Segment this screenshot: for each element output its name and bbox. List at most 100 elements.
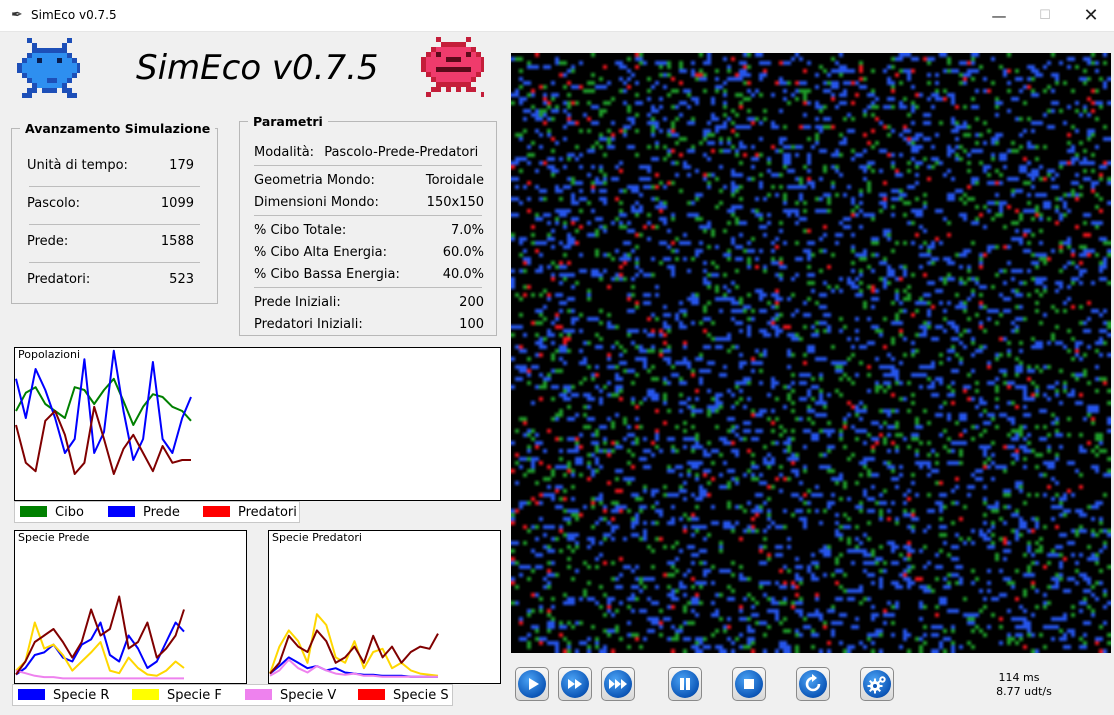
param-row: Geometria Mondo: Toroidale bbox=[254, 173, 484, 188]
fast-forward-button[interactable] bbox=[558, 667, 592, 701]
progress-label: Unità di tempo: bbox=[27, 158, 128, 173]
update-rate-label: 8.77 udt/s bbox=[996, 685, 1052, 698]
predator-species-chart: Specie Predatori bbox=[268, 530, 501, 684]
skip-forward-button[interactable] bbox=[601, 667, 635, 701]
species-legend: Specie R Specie F Specie V Specie S bbox=[12, 684, 453, 706]
param-label: Geometria Mondo: bbox=[254, 173, 375, 188]
legend-item-specie-r: Specie R bbox=[18, 688, 109, 703]
legend-label: Prede bbox=[143, 505, 180, 520]
mode-label: Modalità: bbox=[254, 145, 315, 160]
population-chart-title: Popolazioni bbox=[18, 348, 81, 361]
legend-item-prede: Prede bbox=[108, 505, 180, 520]
close-button[interactable]: ✕ bbox=[1068, 0, 1114, 31]
play-icon bbox=[529, 678, 539, 690]
param-value: Toroidale bbox=[425, 173, 484, 188]
mode-row: Modalità: Pascolo-Prede-Predatori bbox=[254, 145, 478, 160]
blue-alien-sprite-icon bbox=[17, 38, 80, 98]
pause-button[interactable] bbox=[668, 667, 702, 701]
legend-item-cibo: Cibo bbox=[20, 505, 84, 520]
progress-value: 523 bbox=[169, 272, 194, 287]
legend-label: Cibo bbox=[55, 505, 84, 520]
param-value: 200 bbox=[459, 295, 484, 310]
legend-label: Specie F bbox=[167, 688, 222, 703]
divider bbox=[254, 215, 482, 216]
param-label: Dimensioni Mondo: bbox=[254, 195, 379, 210]
param-row: % Cibo Alta Energia: 60.0% bbox=[254, 245, 484, 260]
param-value: 100 bbox=[459, 317, 484, 332]
simulation-world-canvas[interactable] bbox=[511, 53, 1111, 653]
legend-label: Specie R bbox=[53, 688, 110, 703]
legend-label: Predatori bbox=[238, 505, 297, 520]
divider bbox=[254, 165, 482, 166]
fast-forward-icon bbox=[568, 679, 582, 689]
param-label: % Cibo Alta Energia: bbox=[254, 245, 387, 260]
legend-label: Specie V bbox=[280, 688, 337, 703]
legend-swatch bbox=[20, 506, 47, 517]
param-value: 150x150 bbox=[426, 195, 484, 210]
progress-value: 1099 bbox=[160, 196, 194, 211]
parameters-legend: Parametri bbox=[253, 114, 323, 129]
population-legend: Cibo Prede Predatori bbox=[14, 501, 300, 523]
progress-row: Unità di tempo: 179 bbox=[27, 158, 194, 173]
param-row: Prede Iniziali: 200 bbox=[254, 295, 484, 310]
population-chart: Popolazioni bbox=[14, 347, 501, 501]
window-titlebar: ✒ SimEco v0.7.5 — ☐ ✕ bbox=[0, 0, 1114, 32]
param-value: 40.0% bbox=[442, 267, 484, 282]
progress-label: Pascolo: bbox=[27, 196, 81, 211]
stop-button[interactable] bbox=[732, 667, 766, 701]
predator-species-chart-title: Specie Predatori bbox=[272, 531, 362, 544]
param-row: % Cibo Bassa Energia: 40.0% bbox=[254, 267, 484, 282]
legend-item-specie-s: Specie S bbox=[358, 688, 449, 703]
legend-swatch bbox=[358, 689, 385, 700]
series-line-specie-s bbox=[15, 595, 185, 676]
progress-label: Prede: bbox=[27, 234, 69, 249]
population-chart-svg bbox=[15, 349, 192, 475]
legend-item-specie-f: Specie F bbox=[132, 688, 222, 703]
series-line-specie-f bbox=[15, 621, 185, 677]
progress-legend: Avanzamento Simulazione bbox=[25, 121, 211, 136]
divider bbox=[29, 186, 200, 187]
prey-species-chart-svg bbox=[15, 595, 185, 680]
param-label: Predatori Iniziali: bbox=[254, 317, 363, 332]
legend-swatch bbox=[203, 506, 230, 517]
param-row: Dimensioni Mondo: 150x150 bbox=[254, 195, 484, 210]
param-row: % Cibo Totale: 7.0% bbox=[254, 223, 484, 238]
param-label: % Cibo Bassa Energia: bbox=[254, 267, 400, 282]
progress-label: Predatori: bbox=[27, 272, 91, 287]
app-feather-icon: ✒ bbox=[11, 7, 23, 23]
prey-species-chart: Specie Prede bbox=[14, 530, 247, 684]
param-label: % Cibo Totale: bbox=[254, 223, 347, 238]
progress-row: Predatori: 523 bbox=[27, 272, 194, 287]
stop-icon bbox=[744, 679, 754, 689]
legend-label: Specie S bbox=[393, 688, 449, 703]
divider bbox=[254, 287, 482, 288]
legend-swatch bbox=[245, 689, 272, 700]
series-line-specie-r bbox=[15, 621, 185, 676]
red-alien-sprite-icon bbox=[421, 37, 484, 97]
legend-swatch bbox=[108, 506, 135, 517]
legend-swatch bbox=[18, 689, 45, 700]
window-title: SimEco v0.7.5 bbox=[31, 8, 117, 22]
predator-species-chart-svg bbox=[269, 613, 439, 678]
param-value: 60.0% bbox=[442, 245, 484, 260]
legend-item-predatori: Predatori bbox=[203, 505, 297, 520]
reset-button[interactable] bbox=[796, 667, 830, 701]
minimize-button[interactable]: — bbox=[976, 0, 1022, 31]
progress-value: 1588 bbox=[160, 234, 194, 249]
series-line-prede bbox=[15, 349, 192, 461]
param-row: Predatori Iniziali: 100 bbox=[254, 317, 484, 332]
prey-species-chart-title: Specie Prede bbox=[18, 531, 90, 544]
progress-value: 179 bbox=[169, 158, 194, 173]
divider bbox=[29, 262, 200, 263]
settings-gear-icon bbox=[867, 676, 886, 694]
legend-swatch bbox=[132, 689, 159, 700]
progress-row: Prede: 1588 bbox=[27, 234, 194, 249]
play-button[interactable] bbox=[515, 667, 549, 701]
settings-button[interactable] bbox=[860, 667, 894, 701]
param-value: 7.0% bbox=[450, 223, 484, 238]
param-label: Prede Iniziali: bbox=[254, 295, 341, 310]
frame-time-label: 114 ms bbox=[998, 671, 1040, 684]
maximize-button[interactable]: ☐ bbox=[1022, 0, 1068, 31]
legend-item-specie-v: Specie V bbox=[245, 688, 336, 703]
app-title: SimEco v0.7.5 bbox=[136, 48, 379, 88]
